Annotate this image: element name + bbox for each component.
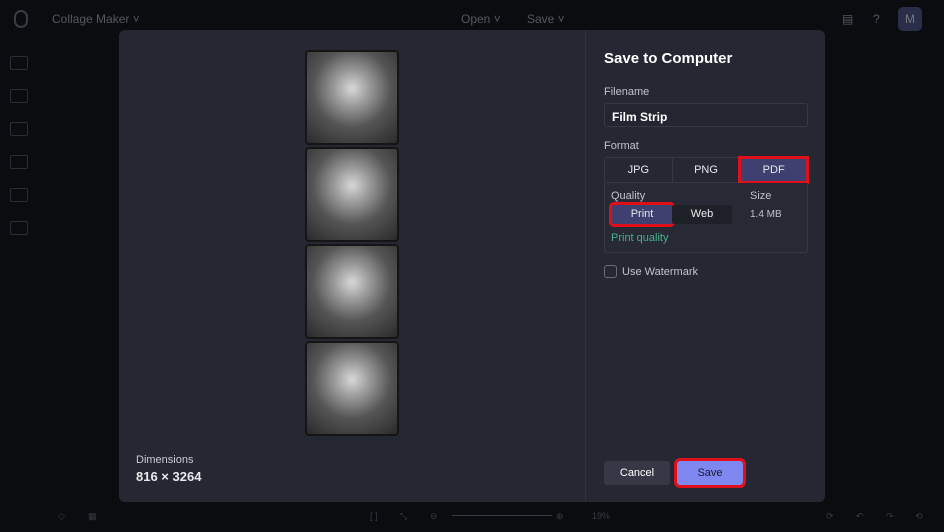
refresh-icon[interactable]: ⟳ xyxy=(826,511,834,522)
undo-icon[interactable]: ↶ xyxy=(856,511,864,522)
photo-3 xyxy=(305,244,399,339)
format-jpg[interactable]: JPG xyxy=(605,158,673,182)
help-icon[interactable]: ? xyxy=(873,12,880,26)
quality-label: Quality xyxy=(611,190,646,202)
format-pdf[interactable]: PDF xyxy=(738,156,810,184)
save-dialog: Dimensions 816 × 3264 Save to Computer F… xyxy=(119,30,825,502)
collage-preview xyxy=(305,50,399,439)
open-menu[interactable]: Open ˅ xyxy=(461,12,501,26)
zoom-out-icon[interactable]: ⊖ xyxy=(430,511,438,522)
sidebar-elements-icon[interactable] xyxy=(10,122,28,136)
app-logo-icon[interactable] xyxy=(14,10,28,28)
format-label: Format xyxy=(604,140,639,152)
fit-icon[interactable]: [ ] xyxy=(370,511,378,521)
bottom-bar: ◇ ▦ [ ] ⤡ ⊖ ⊕ 19% ⟳ ↶ ↷ ⟲ xyxy=(0,504,944,532)
dimensions-label: Dimensions xyxy=(136,454,194,466)
quality-box: Quality Print Web Size 1.4 MB Print qual… xyxy=(604,183,808,253)
dialog-title: Save to Computer xyxy=(604,50,733,67)
watermark-label: Use Watermark xyxy=(622,266,698,278)
sidebar-text-icon[interactable] xyxy=(10,221,28,235)
photo-1 xyxy=(305,50,399,145)
fill-icon[interactable]: ⤡ xyxy=(400,511,407,522)
watermark-checkbox[interactable] xyxy=(604,265,617,278)
app-title-menu[interactable]: Collage Maker ˅ xyxy=(52,12,140,26)
quality-web[interactable]: Web xyxy=(672,205,732,224)
format-selector: JPG PNG PDF xyxy=(604,156,810,184)
sidebar-backgrounds-icon[interactable] xyxy=(10,155,28,169)
zoom-in-icon[interactable]: ⊕ xyxy=(556,511,564,522)
photo-4 xyxy=(305,341,399,436)
format-png[interactable]: PNG xyxy=(673,158,741,182)
filename-input[interactable]: Film Strip xyxy=(604,103,808,127)
divider xyxy=(585,30,586,502)
history-icon[interactable]: ⟲ xyxy=(915,511,923,522)
zoom-level: 19% xyxy=(592,511,611,521)
sidebar-layouts-icon[interactable] xyxy=(10,56,28,70)
save-button[interactable]: Save xyxy=(674,458,746,488)
comments-icon[interactable]: ▤ xyxy=(842,12,853,26)
redo-icon[interactable]: ↷ xyxy=(886,511,894,522)
dimensions-value: 816 × 3264 xyxy=(136,469,202,484)
size-value: 1.4 MB xyxy=(750,209,782,220)
size-label: Size xyxy=(750,190,772,202)
zoom-slider[interactable] xyxy=(452,515,552,516)
sidebar-adjust-icon[interactable] xyxy=(10,89,28,103)
quality-print[interactable]: Print xyxy=(609,202,675,227)
grid-icon[interactable]: ▦ xyxy=(88,511,97,522)
quality-note: Print quality xyxy=(611,232,669,244)
photo-2 xyxy=(305,147,399,242)
save-menu[interactable]: Save ˅ xyxy=(527,12,565,26)
layers-icon[interactable]: ◇ xyxy=(58,511,65,522)
avatar[interactable]: M xyxy=(898,7,922,31)
cancel-button[interactable]: Cancel xyxy=(604,461,670,485)
sidebar-graphics-icon[interactable] xyxy=(10,188,28,202)
filename-label: Filename xyxy=(604,86,650,98)
